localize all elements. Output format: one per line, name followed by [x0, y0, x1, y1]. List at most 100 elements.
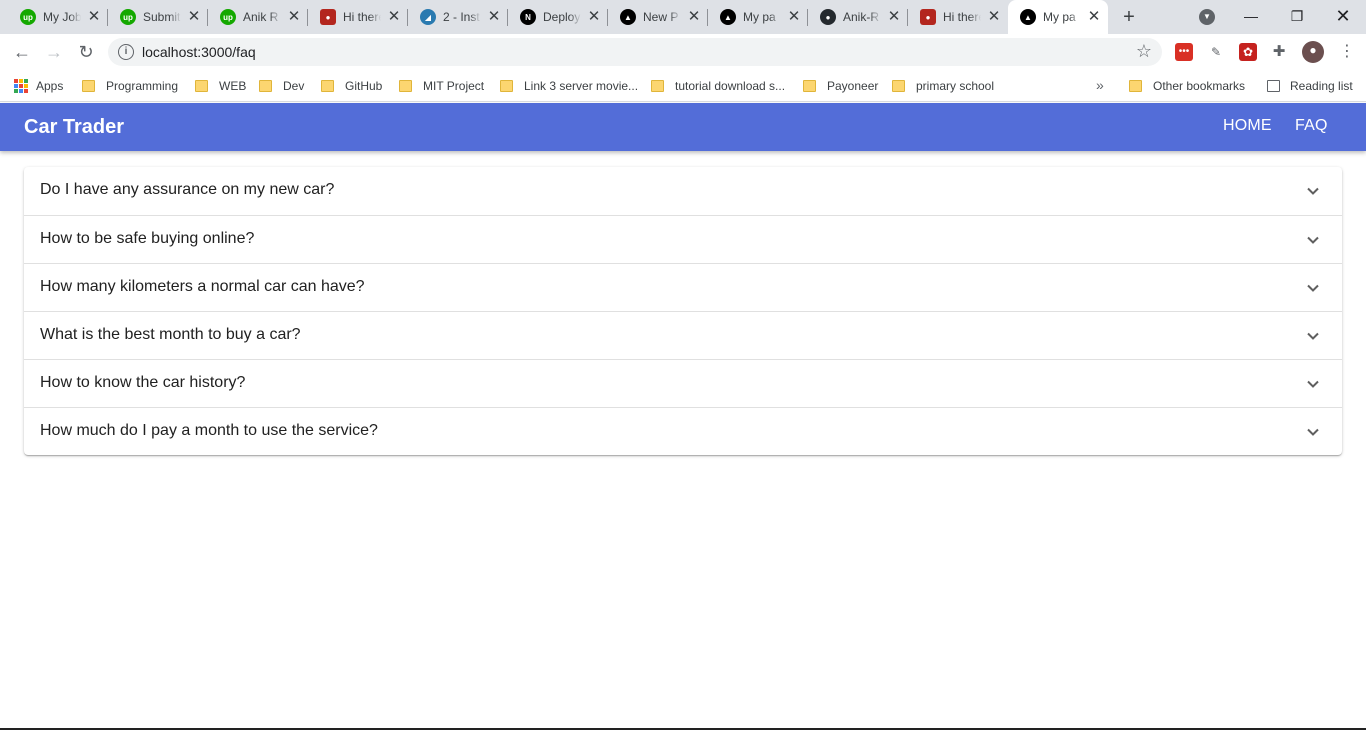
address-bar[interactable]: i localhost:3000/faq ☆ [108, 38, 1162, 66]
browser-tab[interactable]: up My Jobs ✕ [8, 0, 108, 34]
browser-tab-strip: up My Jobs ✕ up Submit ✕ up Anik R ✕ ● H… [0, 0, 1366, 34]
close-icon[interactable]: ✕ [86, 9, 102, 25]
faq-question: How to be safe buying online? [40, 230, 255, 247]
nav-faq-link[interactable]: FAQ [1295, 117, 1328, 135]
tab-title: 2 - Inst [443, 10, 480, 24]
profile-avatar[interactable]: ● [1302, 41, 1324, 63]
close-icon[interactable]: ✕ [1086, 9, 1102, 25]
folder-icon [500, 80, 513, 92]
avatar-icon: ● [920, 9, 936, 25]
bookmark-folder[interactable]: tutorial download s... [651, 77, 785, 95]
browser-tab[interactable]: N Deploy ✕ [508, 0, 608, 34]
close-icon[interactable]: ✕ [286, 9, 302, 25]
window-close-icon[interactable]: ✕ [1331, 4, 1355, 28]
browser-tab[interactable]: up Submit ✕ [108, 0, 208, 34]
chevron-down-icon [1307, 428, 1319, 436]
close-icon[interactable]: ✕ [786, 9, 802, 25]
bookmark-folder[interactable]: Programming [82, 77, 178, 95]
folder-icon [651, 80, 664, 92]
tab-title: Hi there [943, 10, 981, 24]
bookmark-folder[interactable]: Link 3 server movie... [500, 77, 638, 95]
info-icon[interactable]: i [118, 44, 134, 60]
bookmark-apps[interactable]: Apps [14, 77, 63, 95]
tab-title: Submit [143, 10, 181, 24]
faq-question: How much do I pay a month to use the ser… [40, 422, 378, 439]
browser-tab[interactable]: ▲ My pa ✕ [708, 0, 808, 34]
reading-list[interactable]: Reading list [1267, 77, 1353, 95]
chevron-down-icon [1307, 236, 1319, 244]
bookmark-folder[interactable]: WEB [195, 77, 246, 95]
new-tab-icon[interactable]: + [1118, 6, 1140, 28]
minimize-icon[interactable]: — [1239, 4, 1263, 28]
faq-item[interactable]: How to know the car history? [24, 359, 1342, 407]
close-icon[interactable]: ✕ [486, 9, 502, 25]
browser-tab-active[interactable]: ▲ My pa ✕ [1008, 0, 1108, 34]
bird-icon: ◢ [420, 9, 436, 25]
bookmark-folder[interactable]: primary school [892, 77, 994, 95]
tab-title: My Jobs [43, 10, 81, 24]
bookmark-folder[interactable]: Dev [259, 77, 304, 95]
close-icon[interactable]: ✕ [986, 9, 1002, 25]
browser-tab[interactable]: ● Anik-R ✕ [808, 0, 908, 34]
tab-title: Hi there [343, 10, 381, 24]
menu-icon[interactable]: ⋮ [1338, 43, 1356, 61]
bookmarks-bar: Apps Programming WEB Dev GitHub MIT Proj… [0, 70, 1366, 102]
forward-icon[interactable]: → [42, 40, 66, 64]
bookmark-label: Apps [36, 79, 64, 93]
vercel-icon: ▲ [1020, 9, 1036, 25]
chevron-down-icon [1307, 284, 1319, 292]
bookmark-label: Payoneer [827, 79, 879, 93]
bookmark-label: Dev [283, 79, 305, 93]
extension-icon[interactable]: ••• [1175, 43, 1193, 61]
close-icon[interactable]: ✕ [186, 9, 202, 25]
url-text[interactable]: localhost:3000/faq [142, 44, 256, 60]
close-icon[interactable]: ✕ [386, 9, 402, 25]
restore-icon[interactable]: ❐ [1285, 4, 1309, 28]
bookmark-label: WEB [219, 79, 247, 93]
faq-item[interactable]: How to be safe buying online? [24, 215, 1342, 263]
vercel-icon: ▲ [720, 9, 736, 25]
faq-question: Do I have any assurance on my new car? [40, 181, 335, 198]
star-icon[interactable]: ☆ [1136, 41, 1152, 62]
bookmark-folder[interactable]: MIT Project [399, 77, 484, 95]
folder-icon [803, 80, 816, 92]
faq-item[interactable]: Do I have any assurance on my new car? [24, 167, 1342, 215]
browser-tab[interactable]: ● Hi there ✕ [308, 0, 408, 34]
tab-title: Anik R [243, 10, 279, 24]
puzzle-icon[interactable]: ✚ [1270, 43, 1288, 61]
bookmark-folder[interactable]: GitHub [321, 77, 382, 95]
brand-title[interactable]: Car Trader [24, 116, 124, 139]
browser-tab[interactable]: up Anik R ✕ [208, 0, 308, 34]
close-icon[interactable]: ✕ [586, 9, 602, 25]
bookmark-label: Reading list [1290, 79, 1353, 93]
apps-icon [14, 79, 28, 93]
tab-title: Deploy [543, 10, 581, 24]
faq-accordion: Do I have any assurance on my new car? H… [24, 167, 1342, 455]
folder-icon [321, 80, 334, 92]
browser-tab[interactable]: ▲ New P ✕ [608, 0, 708, 34]
faq-item[interactable]: How many kilometers a normal car can hav… [24, 263, 1342, 311]
nextjs-icon: N [520, 9, 536, 25]
reload-icon[interactable]: ↻ [74, 40, 98, 64]
bookmark-label: MIT Project [423, 79, 485, 93]
browser-tab[interactable]: ● Hi there ✕ [908, 0, 1008, 34]
bookmark-folder[interactable]: Payoneer [803, 77, 878, 95]
browser-tab[interactable]: ◢ 2 - Inst ✕ [408, 0, 508, 34]
close-icon[interactable]: ✕ [686, 9, 702, 25]
upwork-icon: up [20, 9, 36, 25]
bookmarks-overflow-icon[interactable]: » [1096, 77, 1104, 93]
bookmark-label: Link 3 server movie... [524, 79, 639, 93]
other-bookmarks[interactable]: Other bookmarks [1129, 77, 1245, 95]
eyedropper-icon[interactable]: ✎ [1207, 43, 1225, 61]
back-icon[interactable]: ← [10, 40, 34, 64]
faq-item[interactable]: How much do I pay a month to use the ser… [24, 407, 1342, 455]
extension-icon[interactable]: ✿ [1239, 43, 1257, 61]
upwork-icon: up [220, 9, 236, 25]
nav-home-link[interactable]: HOME [1223, 117, 1272, 135]
bookmark-label: GitHub [345, 79, 383, 93]
close-icon[interactable]: ✕ [886, 9, 902, 25]
folder-icon [399, 80, 412, 92]
tab-search-icon[interactable]: ▼ [1199, 9, 1215, 25]
vercel-icon: ▲ [620, 9, 636, 25]
faq-item[interactable]: What is the best month to buy a car? [24, 311, 1342, 359]
